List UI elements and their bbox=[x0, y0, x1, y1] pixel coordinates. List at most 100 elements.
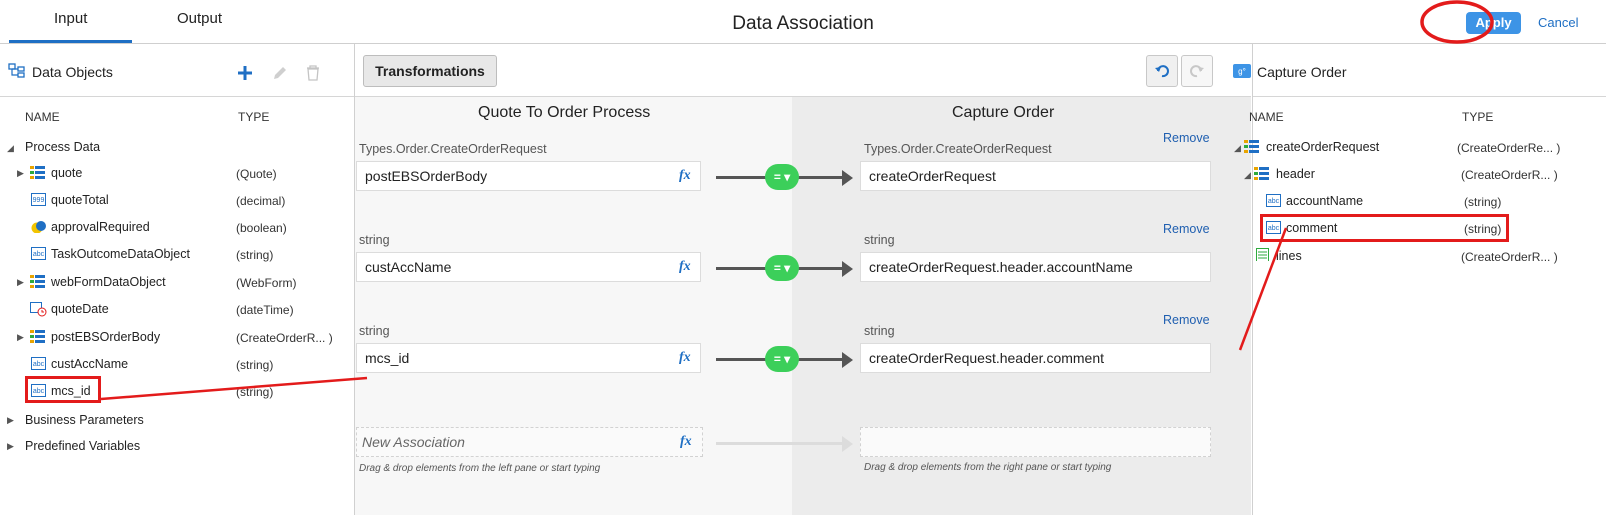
expand-caret-icon[interactable]: ▶ bbox=[17, 277, 24, 288]
arrow-head-icon bbox=[842, 261, 853, 277]
collapse-caret-icon[interactable]: ◢ bbox=[1244, 170, 1251, 181]
group-process-data[interactable]: Process Data bbox=[25, 140, 100, 154]
target-title: Capture Order bbox=[952, 104, 1055, 121]
svg-text:abc: abc bbox=[33, 361, 45, 368]
item-type: (decimal) bbox=[236, 194, 286, 208]
list-item[interactable]: createOrderRequest bbox=[1266, 140, 1379, 154]
list-item[interactable]: quoteTotal bbox=[51, 193, 109, 207]
list-item[interactable]: lines bbox=[1276, 249, 1302, 263]
svg-text:999: 999 bbox=[33, 197, 45, 204]
group-predefined-variables[interactable]: Predefined Variables bbox=[25, 439, 140, 453]
list-item[interactable]: header bbox=[1276, 167, 1315, 181]
equals-operator-button[interactable]: = ▾ bbox=[765, 255, 799, 281]
item-type: (boolean) bbox=[236, 221, 287, 235]
target-field[interactable]: createOrderRequest.header.comment bbox=[860, 343, 1211, 373]
cancel-button[interactable]: Cancel bbox=[1538, 15, 1578, 30]
list-item[interactable]: webFormDataObject bbox=[51, 275, 166, 289]
fx-icon[interactable]: fx bbox=[679, 168, 691, 184]
group-business-parameters[interactable]: Business Parameters bbox=[25, 413, 144, 427]
mapping-arrow-placeholder bbox=[716, 442, 846, 445]
divider bbox=[0, 96, 354, 97]
equals-operator-button[interactable]: = ▾ bbox=[765, 164, 799, 190]
source-type-label: string bbox=[359, 233, 390, 247]
string-icon: abc bbox=[31, 247, 46, 260]
target-field[interactable]: createOrderRequest bbox=[860, 161, 1211, 191]
remove-link[interactable]: Remove bbox=[1163, 313, 1210, 327]
fx-icon[interactable]: fx bbox=[679, 350, 691, 366]
source-field[interactable]: postEBSOrderBody bbox=[356, 161, 701, 191]
list-item[interactable]: quoteDate bbox=[51, 302, 109, 316]
edit-icon[interactable] bbox=[271, 64, 289, 82]
item-type: (string) bbox=[1464, 195, 1502, 209]
add-icon[interactable] bbox=[237, 65, 253, 81]
undo-icon bbox=[1155, 65, 1169, 78]
structure-icon bbox=[1244, 140, 1259, 153]
item-type: (CreateOrderR... ) bbox=[1461, 168, 1558, 182]
divider bbox=[1253, 96, 1606, 97]
svg-text:abc: abc bbox=[33, 251, 45, 258]
column-type-header: TYPE bbox=[238, 110, 270, 124]
source-type-label: string bbox=[359, 324, 390, 338]
capture-order-title: Capture Order bbox=[1257, 64, 1347, 80]
list-item[interactable]: postEBSOrderBody bbox=[51, 330, 160, 344]
structure-icon bbox=[30, 275, 45, 288]
data-objects-icon bbox=[8, 63, 25, 78]
list-item[interactable]: TaskOutcomeDataObject bbox=[51, 247, 190, 261]
target-type-label: string bbox=[864, 324, 895, 338]
list-item[interactable]: approvalRequired bbox=[51, 220, 150, 234]
item-type: (string) bbox=[236, 358, 274, 372]
undo-button[interactable] bbox=[1146, 55, 1178, 87]
new-target-input[interactable] bbox=[860, 427, 1211, 457]
delete-icon[interactable] bbox=[306, 65, 320, 81]
source-field[interactable]: mcs_id bbox=[356, 343, 701, 373]
list-icon bbox=[1256, 248, 1269, 261]
expand-caret-icon[interactable]: ▶ bbox=[17, 168, 24, 179]
arrow-head-icon bbox=[842, 170, 853, 186]
item-type: (string) bbox=[236, 248, 274, 262]
string-icon: abc bbox=[31, 357, 46, 370]
list-item[interactable]: custAccName bbox=[51, 357, 128, 371]
fx-icon[interactable]: fx bbox=[679, 259, 691, 275]
comment-highlight-annotation bbox=[1260, 214, 1509, 242]
collapse-caret-icon[interactable]: ◢ bbox=[1234, 143, 1241, 154]
column-name-header: NAME bbox=[1249, 110, 1284, 124]
expand-caret-icon[interactable]: ▶ bbox=[7, 441, 14, 452]
column-type-header: TYPE bbox=[1462, 110, 1494, 124]
mcs-id-highlight-annotation bbox=[25, 376, 101, 403]
list-item[interactable]: accountName bbox=[1286, 194, 1363, 208]
new-association-placeholder: New Association bbox=[362, 434, 465, 450]
collapse-caret-icon[interactable]: ◢ bbox=[7, 143, 14, 154]
fx-icon[interactable]: fx bbox=[680, 434, 692, 450]
expand-caret-icon[interactable]: ▶ bbox=[7, 415, 14, 426]
active-tab-indicator bbox=[9, 40, 132, 43]
boolean-icon bbox=[31, 221, 46, 233]
item-type: (Quote) bbox=[236, 167, 277, 181]
structure-icon bbox=[30, 166, 45, 179]
transformations-button[interactable]: Transformations bbox=[363, 55, 497, 87]
list-item[interactable]: quote bbox=[51, 166, 82, 180]
remove-link[interactable]: Remove bbox=[1163, 222, 1210, 236]
item-type: (dateTime) bbox=[236, 303, 294, 317]
item-type: (string) bbox=[236, 385, 274, 399]
source-type-label: Types.Order.CreateOrderRequest bbox=[359, 142, 547, 156]
divider bbox=[355, 96, 1251, 97]
decimal-icon: 999 bbox=[31, 193, 46, 206]
top-bar: Input Output Data Association Apply Canc… bbox=[0, 0, 1606, 44]
redo-button[interactable] bbox=[1181, 55, 1213, 87]
datetime-icon bbox=[30, 302, 47, 317]
item-type: (CreateOrderR... ) bbox=[1461, 250, 1558, 264]
equals-operator-button[interactable]: = ▾ bbox=[765, 346, 799, 372]
string-icon: abc bbox=[1266, 194, 1281, 207]
capture-order-pane: g° Capture Order NAME TYPE ◢ createOrder… bbox=[1233, 44, 1606, 515]
target-field[interactable]: createOrderRequest.header.accountName bbox=[860, 252, 1211, 282]
target-drag-hint: Drag & drop elements from the right pane… bbox=[864, 462, 1112, 473]
expand-caret-icon[interactable]: ▶ bbox=[17, 332, 24, 343]
structure-icon bbox=[1254, 167, 1269, 180]
source-drag-hint: Drag & drop elements from the left pane … bbox=[359, 463, 601, 474]
remove-link[interactable]: Remove bbox=[1163, 131, 1210, 145]
new-association-input[interactable]: New Association bbox=[356, 427, 703, 457]
source-field[interactable]: custAccName bbox=[356, 252, 701, 282]
target-type-label: Types.Order.CreateOrderRequest bbox=[864, 142, 1052, 156]
service-icon: g° bbox=[1233, 64, 1251, 78]
redo-icon bbox=[1190, 65, 1204, 78]
